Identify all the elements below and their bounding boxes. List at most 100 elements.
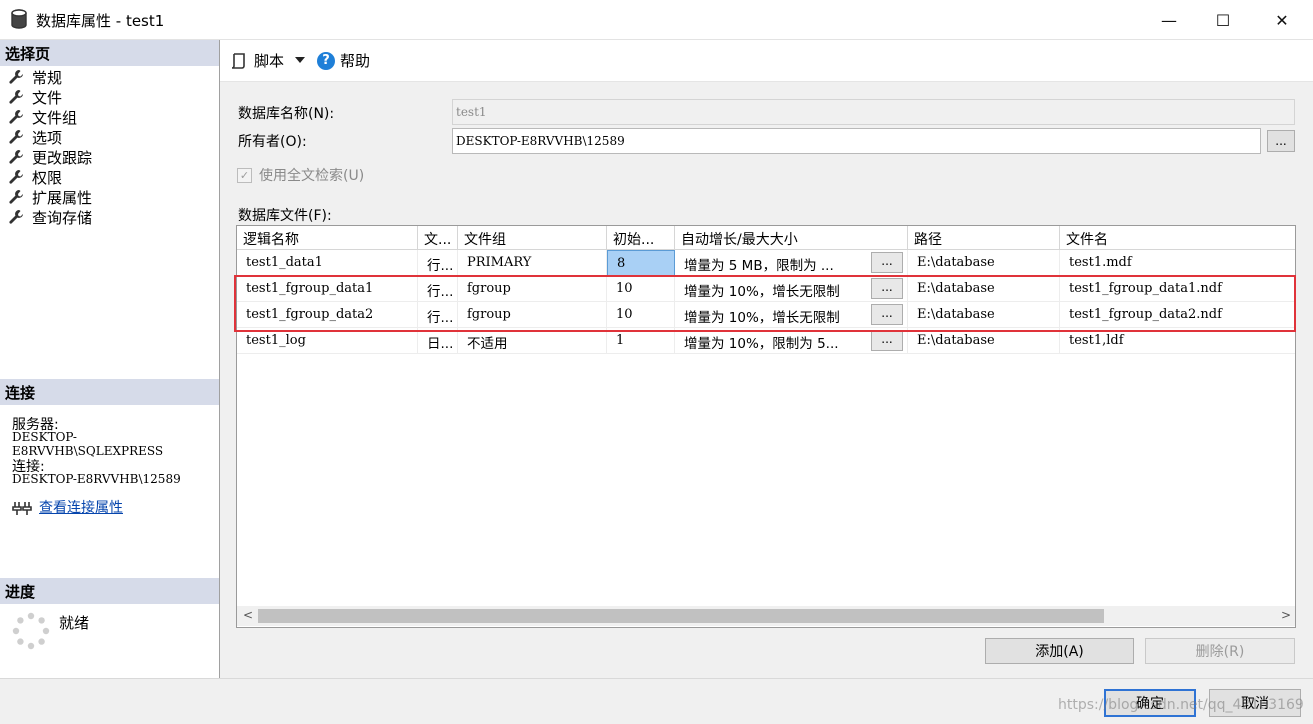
cell-file-type[interactable]: 行... <box>418 276 458 302</box>
help-button[interactable]: ? 帮助 <box>317 50 370 71</box>
autogrowth-text: 增量为 5 MB，限制为 ... <box>684 258 834 274</box>
script-dropdown-chevron-icon[interactable] <box>295 57 305 63</box>
connection-header: 连接 <box>0 379 219 405</box>
add-button[interactable]: 添加(A) <box>985 638 1134 664</box>
autogrowth-edit-button[interactable]: ... <box>871 278 903 299</box>
autogrowth-text: 增量为 10%，限制为 5... <box>684 336 839 352</box>
connection-properties-icon <box>12 502 32 515</box>
cell-initial-size[interactable]: 10 <box>607 276 675 302</box>
view-connection-properties-link[interactable]: 查看连接属性 <box>39 497 123 517</box>
autogrowth-edit-button[interactable]: ... <box>871 304 903 325</box>
owner-browse-button[interactable]: ... <box>1267 130 1295 152</box>
select-page-header: 选择页 <box>0 40 219 66</box>
nav-item-files[interactable]: 文件 <box>8 87 62 107</box>
left-pane: 选择页 常规 文件 文件组 选项 更改跟踪 权限 扩展属性 查询存储 连接 服务… <box>0 40 220 678</box>
owner-field[interactable]: DESKTOP-E8RVVHB\12589 <box>452 128 1261 154</box>
wrench-icon <box>9 130 23 144</box>
autogrowth-edit-button[interactable]: ... <box>871 330 903 351</box>
nav-item-options[interactable]: 选项 <box>8 127 62 147</box>
server-value: DESKTOP-E8RVVHB\SQLEXPRESS <box>12 430 164 458</box>
nav-item-permissions[interactable]: 权限 <box>8 167 62 187</box>
column-header-path[interactable]: 路径 <box>908 226 1060 250</box>
remove-label: 删除(R) <box>1195 644 1245 660</box>
nav-item-filegroups[interactable]: 文件组 <box>8 107 77 127</box>
nav-item-label: 选项 <box>32 128 63 147</box>
table-row[interactable]: test1_fgroup_data2 行... fgroup 10 增量为 10… <box>237 302 1295 328</box>
cell-initial-size[interactable]: 8 <box>607 250 675 276</box>
table-row[interactable]: test1_fgroup_data1 行... fgroup 10 增量为 10… <box>237 276 1295 302</box>
cell-autogrowth[interactable]: 增量为 10%，增长无限制 ... <box>675 276 908 302</box>
script-label: 脚本 <box>254 52 285 70</box>
cell-logical-name[interactable]: test1_fgroup_data2 <box>237 302 418 328</box>
cell-file-name[interactable]: test1_fgroup_data2.ndf <box>1060 302 1295 328</box>
close-button[interactable]: ✕ <box>1253 0 1311 40</box>
title-bar: 数据库属性 - test1 — ☐ ✕ <box>0 0 1313 40</box>
nav-item-label: 权限 <box>32 168 63 187</box>
nav-item-label: 更改跟踪 <box>32 148 93 167</box>
wrench-icon <box>9 190 23 204</box>
column-header-autogrowth[interactable]: 自动增长/最大大小 <box>675 226 908 250</box>
nav-item-label: 文件 <box>32 88 63 107</box>
nav-item-extended-properties[interactable]: 扩展属性 <box>8 187 92 207</box>
cell-filegroup[interactable]: PRIMARY <box>458 250 607 276</box>
cell-path[interactable]: E:\database <box>908 328 1060 354</box>
cell-filegroup[interactable]: fgroup <box>458 276 607 302</box>
table-row[interactable]: test1_log 日... 不适用 1 增量为 10%，限制为 5... ..… <box>237 328 1295 354</box>
cell-path[interactable]: E:\database <box>908 276 1060 302</box>
owner-browse-label: ... <box>1275 134 1287 148</box>
wrench-icon <box>9 110 23 124</box>
horizontal-scrollbar[interactable]: < > <box>237 606 1295 626</box>
cell-path[interactable]: E:\database <box>908 302 1060 328</box>
table-row[interactable]: test1_data1 行... PRIMARY 8 增量为 5 MB，限制为 … <box>237 250 1295 276</box>
cell-file-type[interactable]: 日... <box>418 328 458 354</box>
cell-autogrowth[interactable]: 增量为 5 MB，限制为 ... ... <box>675 250 908 276</box>
maximize-icon: ☐ <box>1215 10 1231 30</box>
autogrowth-text: 增量为 10%，增长无限制 <box>684 284 840 300</box>
column-header-initial-size[interactable]: 初始... <box>607 226 675 250</box>
nav-item-label: 文件组 <box>32 108 78 127</box>
fulltext-checkbox-row: ✓ 使用全文检索(U) <box>237 165 364 185</box>
nav-item-change-tracking[interactable]: 更改跟踪 <box>8 147 92 167</box>
column-header-file-name[interactable]: 文件名 <box>1060 226 1295 250</box>
cell-initial-size[interactable]: 10 <box>607 302 675 328</box>
cell-autogrowth[interactable]: 增量为 10%，限制为 5... ... <box>675 328 908 354</box>
wrench-icon <box>9 170 23 184</box>
scroll-right-icon[interactable]: > <box>1281 608 1291 622</box>
cell-logical-name[interactable]: test1_data1 <box>237 250 418 276</box>
cell-file-name[interactable]: test1,ldf <box>1060 328 1295 354</box>
column-header-logical-name[interactable]: 逻辑名称 <box>237 226 418 250</box>
scroll-left-icon[interactable]: < <box>243 608 253 622</box>
cell-initial-size[interactable]: 1 <box>607 328 675 354</box>
autogrowth-edit-button[interactable]: ... <box>871 252 903 273</box>
db-name-field: test1 <box>452 99 1295 125</box>
cell-filegroup[interactable]: fgroup <box>458 302 607 328</box>
nav-item-general[interactable]: 常规 <box>8 67 62 87</box>
add-label: 添加(A) <box>1035 644 1084 660</box>
fulltext-checkbox: ✓ <box>237 167 252 183</box>
cell-file-name[interactable]: test1_fgroup_data1.ndf <box>1060 276 1295 302</box>
cell-file-type[interactable]: 行... <box>418 302 458 328</box>
cell-autogrowth[interactable]: 增量为 10%，增长无限制 ... <box>675 302 908 328</box>
maximize-button[interactable]: ☐ <box>1194 0 1252 40</box>
minimize-icon: — <box>1161 10 1177 30</box>
window-title: 数据库属性 - test1 <box>36 12 165 30</box>
script-icon <box>231 52 245 69</box>
cell-file-type[interactable]: 行... <box>418 250 458 276</box>
remove-button[interactable]: 删除(R) <box>1145 638 1295 664</box>
nav-item-query-store[interactable]: 查询存储 <box>8 207 92 227</box>
cell-file-name[interactable]: test1.mdf <box>1060 250 1295 276</box>
database-files-grid[interactable]: 逻辑名称 文... 文件组 初始... 自动增长/最大大小 路径 文件名 tes… <box>236 225 1296 628</box>
cell-logical-name[interactable]: test1_fgroup_data1 <box>237 276 418 302</box>
cell-logical-name[interactable]: test1_log <box>237 328 418 354</box>
cell-path[interactable]: E:\database <box>908 250 1060 276</box>
column-header-filegroup[interactable]: 文件组 <box>458 226 607 250</box>
scrollbar-thumb[interactable] <box>258 609 1104 623</box>
script-button[interactable]: 脚本 <box>230 50 284 71</box>
cell-filegroup[interactable]: 不适用 <box>458 328 607 354</box>
wrench-icon <box>9 90 23 104</box>
db-name-label: 数据库名称(N): <box>238 106 335 122</box>
close-icon: ✕ <box>1275 10 1289 30</box>
wrench-icon <box>9 150 23 164</box>
column-header-file-type[interactable]: 文... <box>418 226 458 250</box>
minimize-button[interactable]: — <box>1140 0 1198 40</box>
